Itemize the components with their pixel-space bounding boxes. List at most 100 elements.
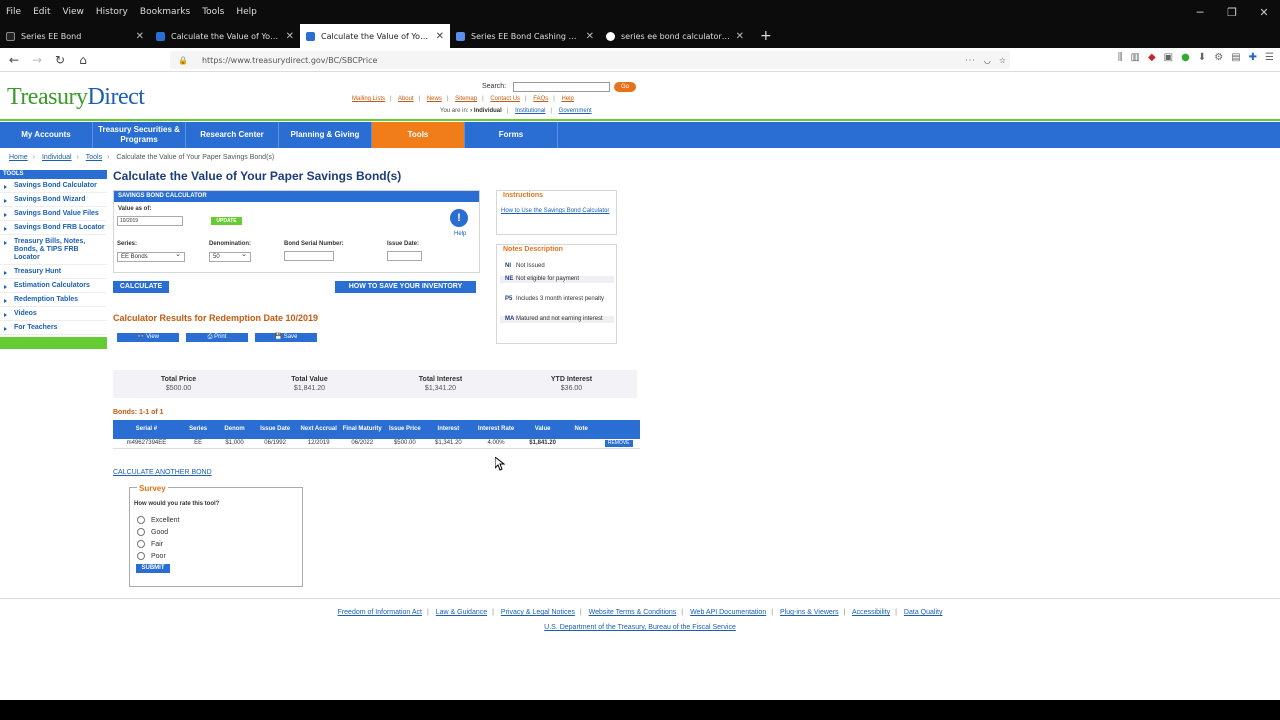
help-link[interactable]: Help [562, 96, 574, 102]
calculate-button[interactable]: CALCULATE [113, 281, 169, 293]
faqs-link[interactable]: FAQs [533, 96, 548, 102]
restore-icon[interactable]: ❐ [1216, 6, 1248, 19]
tab-close-icon[interactable]: ✕ [286, 31, 294, 42]
minimize-icon[interactable]: ─ [1184, 6, 1216, 19]
extension-download-icon[interactable]: ⬇ [1198, 52, 1206, 63]
tab-close-icon[interactable]: ✕ [736, 31, 744, 42]
breadcrumb-individual[interactable]: Individual [42, 154, 72, 161]
about-link[interactable]: About [398, 96, 414, 102]
new-tab-icon[interactable]: + [750, 24, 782, 48]
nav-forms[interactable]: Forms [465, 122, 558, 148]
menu-edit[interactable]: Edit [27, 7, 56, 17]
hamburger-menu-icon[interactable]: ☰ [1265, 52, 1274, 63]
serial-number-input[interactable] [284, 251, 334, 261]
home-icon[interactable]: ⌂ [72, 53, 94, 67]
remove-button[interactable]: REMOVE [604, 439, 633, 447]
tab-close-icon[interactable]: ✕ [586, 31, 594, 42]
radio-excellent[interactable] [137, 516, 145, 524]
forward-icon[interactable]: → [26, 53, 48, 67]
calculate-another-bond-link[interactable]: CALCULATE ANOTHER BOND [113, 469, 212, 476]
data-quality-link[interactable]: Data Quality [904, 609, 943, 616]
browser-tab[interactable]: series ee bond calculator - Goo ✕ [600, 24, 750, 48]
nav-my-accounts[interactable]: My Accounts [0, 122, 93, 148]
menu-file[interactable]: File [0, 7, 27, 17]
search-go-button[interactable]: Go [614, 82, 636, 92]
menu-view[interactable]: View [57, 7, 90, 17]
library-icon[interactable]: ⫼ [1118, 52, 1123, 63]
sidebar-item-videos[interactable]: Videos [0, 307, 107, 321]
contact-us-link[interactable]: Contact Us [490, 96, 520, 102]
extension-icon[interactable]: ▣ [1164, 52, 1173, 63]
sidebar-item-frb-locator[interactable]: Savings Bond FRB Locator [0, 221, 107, 235]
breadcrumb-tools[interactable]: Tools [86, 154, 102, 161]
bookmark-star-icon[interactable]: ☆ [999, 56, 1006, 65]
mailing-lists-link[interactable]: Mailing Lists [352, 96, 385, 102]
browser-tab[interactable]: Series EE Bond Cashing Video ✕ [450, 24, 600, 48]
foia-link[interactable]: Freedom of Information Act [338, 609, 422, 616]
radio-fair[interactable] [137, 540, 145, 548]
survey-submit-button[interactable]: SUBMIT [136, 564, 170, 573]
denomination-select[interactable]: 50 [209, 251, 251, 262]
extension-shield-icon[interactable]: ◆ [1148, 52, 1156, 63]
update-button[interactable]: UPDATE [211, 217, 242, 225]
menu-history[interactable]: History [90, 7, 134, 17]
menu-bookmarks[interactable]: Bookmarks [134, 7, 196, 17]
search-input[interactable] [513, 82, 610, 92]
sidebar-item-savings-bond-wizard[interactable]: Savings Bond Wizard [0, 193, 107, 207]
audience-institutional[interactable]: Institutional [515, 108, 545, 114]
nav-tools[interactable]: Tools [372, 122, 465, 148]
sitemap-link[interactable]: Sitemap [455, 96, 477, 102]
tab-close-icon[interactable]: ✕ [436, 31, 444, 42]
plugins-link[interactable]: Plug-ins & Viewers [780, 609, 839, 616]
how-to-use-link[interactable]: How to Use the Savings Bond Calculator [501, 207, 613, 215]
view-button[interactable]: 👓 View [117, 333, 179, 342]
law-guidance-link[interactable]: Law & Guidance [436, 609, 487, 616]
url-bar[interactable]: 🔒 https://www.treasurydirect.gov/BC/SBCP… [170, 51, 1010, 69]
bureau-link[interactable]: U.S. Department of the Treasury, Bureau … [0, 624, 1280, 631]
menu-tools[interactable]: Tools [196, 7, 230, 17]
extension-green-icon[interactable]: ● [1181, 52, 1190, 63]
nav-research-center[interactable]: Research Center [186, 122, 279, 148]
audience-individual[interactable]: › Individual [470, 108, 502, 114]
nav-planning-giving[interactable]: Planning & Giving [279, 122, 372, 148]
reload-icon[interactable]: ↻ [49, 53, 71, 67]
radio-poor[interactable] [137, 552, 145, 560]
browser-tab-active[interactable]: Calculate the Value of Your Pap ✕ [300, 24, 450, 48]
breadcrumb-home[interactable]: Home [9, 154, 28, 161]
series-select[interactable]: EE Bonds [117, 251, 185, 262]
help-icon[interactable]: ! [450, 209, 468, 227]
audience-government[interactable]: Government [559, 108, 592, 114]
page-actions-icon[interactable]: ··· [965, 56, 976, 65]
sidebar-item-estimation-calculators[interactable]: Estimation Calculators [0, 279, 107, 293]
save-button[interactable]: 💾 Save [255, 333, 317, 342]
accessibility-link[interactable]: Accessibility [852, 609, 890, 616]
tab-close-icon[interactable]: ✕ [136, 31, 144, 42]
treasurydirect-logo[interactable]: TreasuryDirect [7, 84, 145, 111]
sidebar-item-redemption-tables[interactable]: Redemption Tables [0, 293, 107, 307]
sidebar-item-savings-bond-calculator[interactable]: Savings Bond Calculator [0, 179, 107, 193]
sidebar-item-treasury-hunt[interactable]: Treasury Hunt [0, 265, 107, 279]
pocket-icon[interactable]: ◡ [984, 56, 991, 65]
browser-tab[interactable]: Series EE Bond ✕ [0, 24, 150, 48]
help-label[interactable]: Help [454, 231, 466, 237]
back-icon[interactable]: ← [3, 53, 25, 67]
nav-treasury-securities[interactable]: Treasury Securities & Programs [93, 122, 186, 148]
extension-gear-icon[interactable]: ⚙ [1214, 52, 1223, 63]
issue-date-input[interactable] [387, 251, 422, 261]
sidebar-icon[interactable]: ▥ [1130, 52, 1139, 63]
sidebar-item-tips-frb-locator[interactable]: Treasury Bills, Notes, Bonds, & TIPS FRB… [0, 235, 107, 265]
print-button[interactable]: ⎙ Print [186, 333, 248, 342]
extension-box-icon[interactable]: ▤ [1231, 52, 1240, 63]
menu-help[interactable]: Help [230, 7, 263, 17]
privacy-link[interactable]: Privacy & Legal Notices [501, 609, 575, 616]
how-to-save-inventory-button[interactable]: HOW TO SAVE YOUR INVENTORY [335, 281, 476, 293]
sidebar-item-value-files[interactable]: Savings Bond Value Files [0, 207, 107, 221]
api-docs-link[interactable]: Web API Documentation [690, 609, 766, 616]
terms-link[interactable]: Website Terms & Conditions [589, 609, 677, 616]
radio-good[interactable] [137, 528, 145, 536]
sidebar-item-for-teachers[interactable]: For Teachers [0, 321, 107, 335]
extension-puzzle-icon[interactable]: ✚ [1249, 52, 1257, 63]
browser-tab[interactable]: Calculate the Value of Your Pap ✕ [150, 24, 300, 48]
value-as-of-input[interactable]: 10/2019 [117, 216, 183, 226]
close-window-icon[interactable]: ✕ [1248, 6, 1280, 19]
